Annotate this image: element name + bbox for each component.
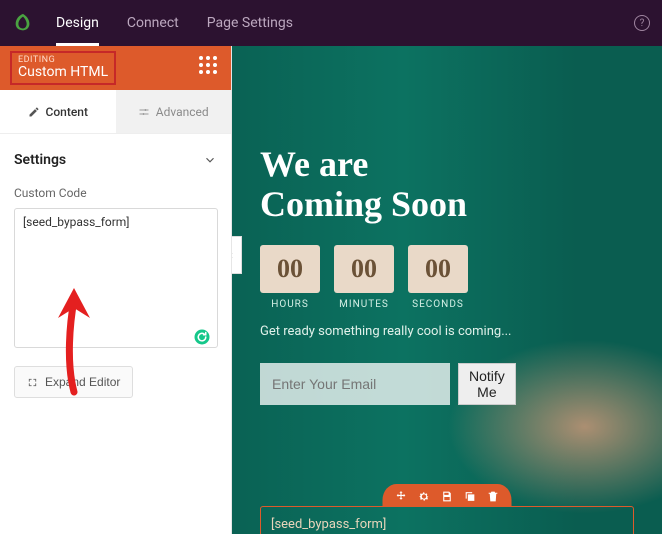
top-bar: Design Connect Page Settings ? <box>0 0 662 46</box>
pencil-icon <box>28 106 40 118</box>
counter-hours: 00 HOURS <box>260 245 320 310</box>
chevron-down-icon <box>203 153 217 167</box>
tagline-text: Get ready something really cool is comin… <box>260 324 638 339</box>
counter-minutes-value: 00 <box>334 245 394 293</box>
editing-header: EDITING Custom HTML <box>0 46 231 90</box>
duplicate-icon[interactable] <box>464 490 477 503</box>
delete-icon[interactable] <box>487 490 500 503</box>
sliders-icon <box>138 106 150 118</box>
help-icon[interactable]: ? <box>634 15 650 31</box>
counter-minutes: 00 MINUTES <box>334 245 394 310</box>
expand-editor-label: Expand Editor <box>45 375 120 389</box>
selected-html-block[interactable]: [seed_bypass_form] <box>260 506 634 534</box>
tab-content[interactable]: Content <box>0 90 116 133</box>
editing-title: Custom HTML <box>18 65 108 80</box>
tab-advanced[interactable]: Advanced <box>116 90 232 133</box>
save-template-icon[interactable] <box>441 490 454 503</box>
signup-form: NotifyMe <box>260 363 638 405</box>
counter-hours-value: 00 <box>260 245 320 293</box>
custom-code-textarea[interactable] <box>14 208 218 348</box>
settings-heading: Settings <box>14 152 66 168</box>
preview-canvas: ‹ We are Coming Soon 00 HOURS 00 MINUTES… <box>232 46 662 534</box>
top-nav: Design Connect Page Settings <box>56 0 293 46</box>
nav-design[interactable]: Design <box>56 0 99 46</box>
counter-hours-label: HOURS <box>260 299 320 310</box>
nav-connect[interactable]: Connect <box>127 0 179 46</box>
tab-advanced-label: Advanced <box>156 105 209 119</box>
subtabs: Content Advanced <box>0 90 231 134</box>
settings-gear-icon[interactable] <box>418 490 431 503</box>
counter-seconds-value: 00 <box>408 245 468 293</box>
countdown: 00 HOURS 00 MINUTES 00 SECONDS <box>260 245 638 310</box>
nav-page-settings[interactable]: Page Settings <box>207 0 293 46</box>
settings-accordion-header[interactable]: Settings <box>14 152 217 168</box>
sidebar: EDITING Custom HTML Content Advanced Set… <box>0 46 232 534</box>
grammarly-icon <box>193 328 211 346</box>
expand-icon <box>27 377 38 388</box>
notify-me-button[interactable]: NotifyMe <box>458 363 516 405</box>
block-toolbar <box>383 484 512 507</box>
counter-seconds: 00 SECONDS <box>408 245 468 310</box>
email-input[interactable] <box>260 363 450 405</box>
custom-code-label: Custom Code <box>14 186 217 200</box>
grid-menu-icon[interactable] <box>199 56 221 78</box>
move-icon[interactable] <box>395 490 408 503</box>
tab-content-label: Content <box>46 105 88 119</box>
app-logo-icon <box>12 12 34 34</box>
selected-block-text: [seed_bypass_form] <box>271 517 386 532</box>
expand-editor-button[interactable]: Expand Editor <box>14 366 133 398</box>
counter-seconds-label: SECONDS <box>408 299 468 310</box>
hero-title: We are Coming Soon <box>260 144 638 225</box>
counter-minutes-label: MINUTES <box>334 299 394 310</box>
